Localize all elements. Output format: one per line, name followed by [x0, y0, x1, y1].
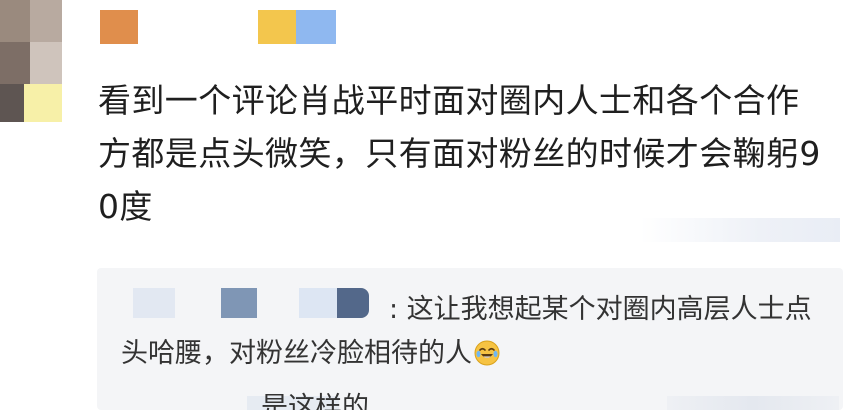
avatar-mosaic-tile	[24, 84, 62, 122]
comment-text: 看到一个评论肖战平时面对圈内人士和各个合作方都是点头微笑，只有面对粉丝的时候才会…	[98, 81, 821, 226]
avatar-mosaic-tile	[30, 42, 62, 84]
avatar-mosaic-tile	[0, 84, 24, 122]
blur-overlay	[640, 218, 840, 242]
comment-thread: 看到一个评论肖战平时面对圈内人士和各个合作方都是点头微笑，只有面对粉丝的时候才会…	[0, 0, 843, 410]
reply-item: : 这让我想起某个对圈内高层人士点头哈腰，对粉丝冷脸相待的人	[121, 288, 833, 376]
avatar-mosaic-tile	[0, 0, 30, 42]
laughing-tears-emoji-icon	[474, 340, 500, 366]
reply-username-spacer	[121, 317, 389, 318]
avatar-mosaic-tile	[0, 42, 30, 84]
avatar[interactable]	[0, 0, 62, 122]
username-redacted[interactable]	[100, 10, 138, 44]
avatar-mosaic-tile	[30, 0, 62, 42]
watermark	[667, 396, 839, 410]
sub-reply-text: 是这样的	[261, 392, 369, 410]
reply-box[interactable]: : 这让我想起某个对圈内高层人士点头哈腰，对粉丝冷脸相待的人 是这样的	[97, 268, 843, 410]
username-redacted[interactable]	[258, 10, 296, 44]
reply-text: : 这让我想起某个对圈内高层人士点头哈腰，对粉丝冷脸相待的人	[121, 294, 812, 369]
username-redacted[interactable]	[296, 10, 336, 44]
